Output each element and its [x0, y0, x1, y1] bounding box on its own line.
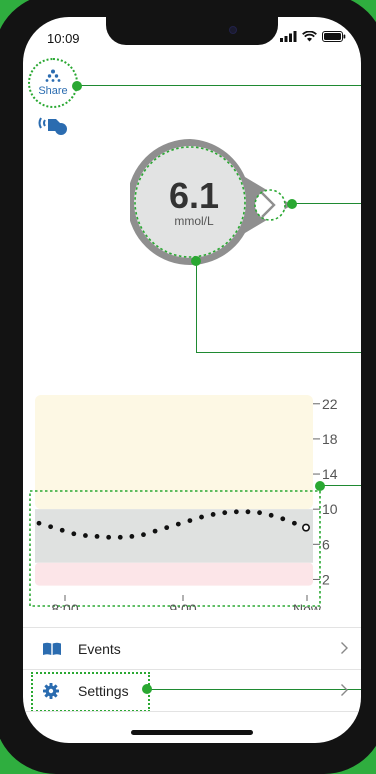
callout-line-trend — [293, 203, 361, 204]
app-screen: 10:09 Share 6.1 mmol/L 22 18 14 10 6 2 8… — [23, 17, 361, 743]
share-label: Share — [38, 85, 68, 97]
callout-dot-trend — [287, 199, 297, 209]
callout-line-reading-v — [196, 263, 197, 353]
y-tick-label: 14 — [322, 466, 338, 482]
share-button[interactable]: Share — [28, 58, 78, 108]
wifi-icon — [302, 31, 317, 42]
glucose-point — [117, 534, 123, 540]
glucose-point — [175, 521, 181, 527]
y-tick-label: 2 — [322, 571, 330, 587]
glucose-unit: mmol/L — [174, 214, 214, 228]
glucose-point — [106, 534, 112, 540]
y-tick-label: 6 — [322, 536, 330, 552]
settings-focus-box — [31, 672, 150, 712]
callout-dot-reading — [191, 256, 201, 266]
chevron-right-icon — [341, 642, 348, 654]
glucose-reading: 6.1 mmol/L — [146, 175, 242, 229]
glucose-point — [222, 510, 228, 516]
status-time: 10:09 — [47, 31, 80, 46]
notch — [106, 17, 278, 45]
glucose-point — [71, 531, 77, 537]
glucose-point — [141, 532, 146, 538]
high-range-band — [35, 395, 313, 510]
y-tick-label: 22 — [322, 396, 338, 412]
camera — [230, 27, 236, 33]
glucose-point — [94, 534, 100, 539]
x-axis: 8:00 9:00 Now — [51, 595, 322, 610]
status-icons — [280, 31, 346, 42]
chevron-right-icon — [341, 684, 348, 696]
y-tick-label: 18 — [322, 431, 338, 447]
events-label: Events — [78, 641, 121, 657]
glucose-point — [199, 514, 204, 520]
share-icon — [45, 69, 61, 82]
events-row[interactable]: Events — [23, 627, 361, 670]
home-indicator[interactable] — [131, 730, 253, 735]
x-tick-label: 9:00 — [169, 601, 196, 610]
glucose-point — [48, 524, 54, 530]
callout-line-share — [78, 85, 361, 86]
glucose-chart[interactable]: 22 18 14 10 6 2 8:00 9:00 Now — [23, 375, 361, 610]
glucose-point — [291, 520, 297, 526]
signal-icon — [280, 31, 297, 42]
callout-dot-share — [72, 81, 82, 91]
glucose-point — [268, 512, 274, 518]
book-icon — [43, 642, 61, 655]
glucose-point — [152, 528, 158, 534]
glucose-point — [280, 516, 286, 522]
y-tick-label: 10 — [322, 501, 338, 517]
glucose-point — [257, 510, 262, 516]
glucose-point — [59, 527, 65, 533]
glucose-point — [129, 534, 135, 539]
x-tick-label: Now — [293, 601, 322, 610]
glucose-point — [245, 509, 251, 515]
callout-dot-settings — [142, 684, 152, 694]
sensor-signal-icon[interactable] — [38, 115, 68, 135]
glucose-point — [233, 509, 239, 515]
glucose-point — [36, 520, 42, 526]
low-range-band — [35, 562, 313, 586]
glucose-point — [210, 512, 216, 517]
glucose-value: 6.1 — [168, 175, 220, 216]
x-tick-label: 8:00 — [51, 601, 78, 610]
menu-divider — [23, 711, 361, 713]
glucose-point — [164, 525, 170, 531]
glucose-point — [83, 533, 88, 538]
battery-icon — [322, 31, 346, 42]
current-reading-point — [301, 523, 310, 532]
callout-line-reading-h — [196, 352, 361, 353]
glucose-point — [187, 518, 193, 523]
